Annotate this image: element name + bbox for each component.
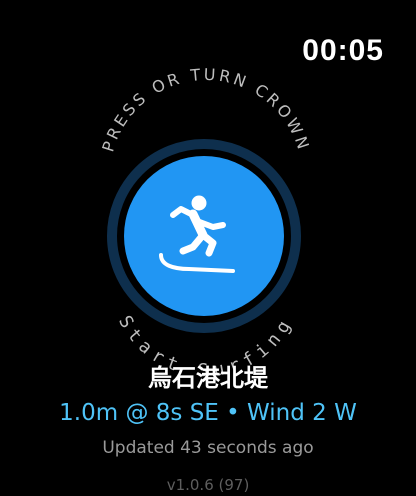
surf-conditions: 1.0m @ 8s SE • Wind 2 W [59,400,357,426]
surfer-icon [159,195,235,273]
start-surfing-button[interactable] [124,156,284,316]
app-version: v1.0.6 (97) [166,476,250,494]
spot-name: 烏石港北堤 [148,364,268,392]
last-updated: Updated 43 seconds ago [102,438,314,458]
